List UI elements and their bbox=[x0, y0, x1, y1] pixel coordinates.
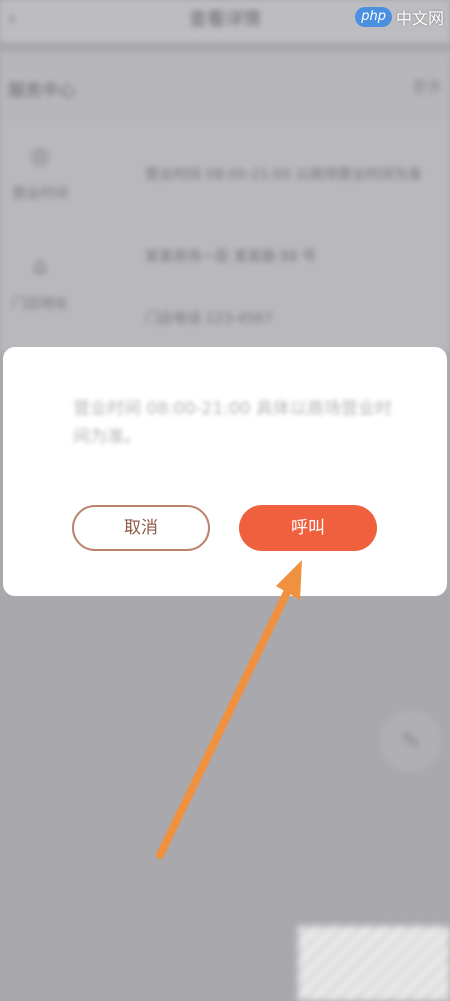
list-item: 某某商场一层 某某路 88 号 bbox=[145, 249, 317, 265]
store-icon: ⌂ bbox=[33, 254, 47, 279]
section-title: 服务中心 bbox=[8, 81, 76, 101]
list-item-icon: ⌂ 门店地址 bbox=[0, 254, 80, 313]
info-list: ◎ 营业时间 营业时间 08:00-21:00 以商场营业时间为准 ⌂ 门店地址… bbox=[0, 122, 450, 352]
screen: ‹ 查看详情 服务中心 更多 ◎ 营业时间 营业时间 08:00-21:00 以… bbox=[0, 0, 450, 1001]
watermark-site: 中文网 bbox=[395, 9, 444, 28]
section-more-link[interactable]: 更多 bbox=[412, 76, 442, 97]
cancel-button[interactable]: 取消 bbox=[72, 505, 210, 551]
section-header: 服务中心 更多 bbox=[0, 52, 450, 122]
list-item-icon: ◎ 营业时间 bbox=[0, 144, 80, 203]
list-item: 营业时间 08:00-21:00 以商场营业时间为准 bbox=[145, 167, 422, 183]
watermark: php 中文网 bbox=[355, 4, 444, 30]
dialog-message: 营业时间 08:00-21:00 具体以商场营业时间为准。 bbox=[73, 399, 392, 447]
watermark-php: php bbox=[355, 7, 392, 27]
location-icon: ◎ bbox=[30, 144, 50, 169]
edit-icon[interactable]: ✎ bbox=[380, 710, 442, 772]
list-item: 门店电话 123-4567 bbox=[145, 311, 273, 327]
list-item-label: 门店地址 bbox=[12, 296, 68, 312]
call-button[interactable]: 呼叫 bbox=[239, 505, 377, 551]
blurred-thumbnail bbox=[298, 926, 450, 1001]
list-item-label: 营业时间 bbox=[12, 186, 68, 202]
call-dialog: 营业时间 08:00-21:00 具体以商场营业时间为准。 取消 呼叫 bbox=[3, 347, 447, 596]
